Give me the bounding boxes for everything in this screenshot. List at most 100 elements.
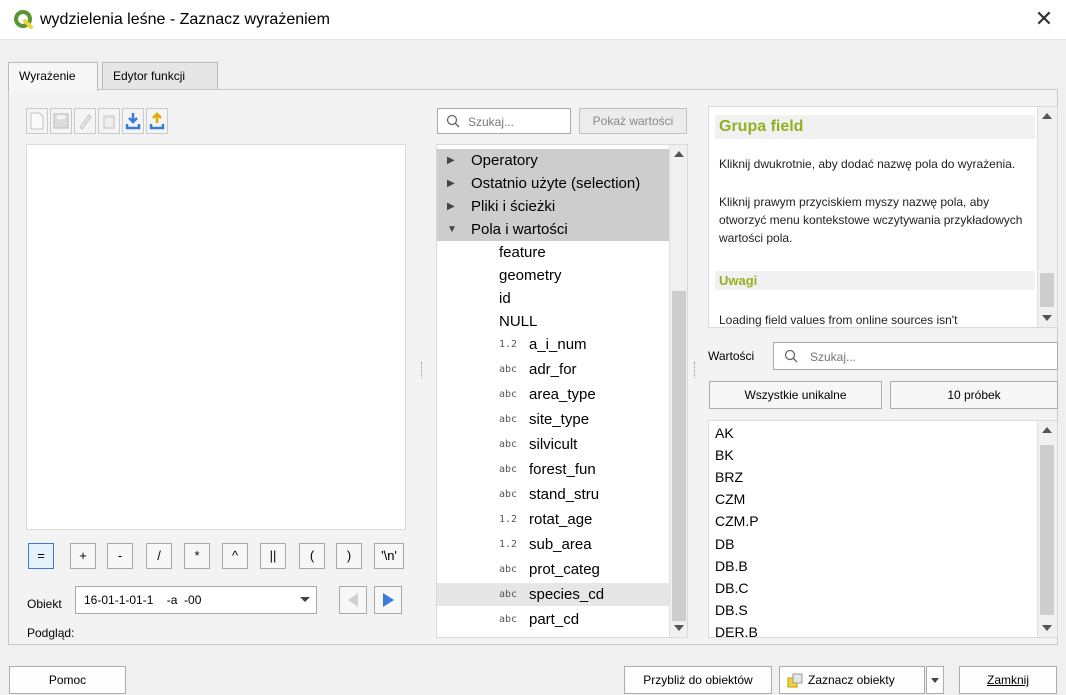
tree-item-null[interactable]: NULL: [437, 310, 669, 333]
tree-field[interactable]: 1.2 a_i_num: [437, 333, 669, 356]
operator-power-button[interactable]: ^: [222, 543, 248, 569]
tree-field[interactable]: abc part_cd: [437, 608, 669, 631]
triangle-right-icon: [383, 593, 394, 607]
tree-field[interactable]: abc area_type: [437, 383, 669, 406]
tree-item-id[interactable]: id: [437, 287, 669, 310]
tree-field[interactable]: abc forest_fun: [437, 458, 669, 481]
function-tree-scrollbar[interactable]: [669, 145, 687, 637]
operator-minus-button[interactable]: -: [107, 543, 133, 569]
field-name: area_type: [529, 386, 596, 403]
next-feature-button[interactable]: [374, 586, 402, 614]
item-label: geometry: [499, 267, 562, 284]
operator-concat-button[interactable]: ||: [260, 543, 286, 569]
edit-button[interactable]: [74, 108, 96, 134]
operator-close-paren-button[interactable]: ): [336, 543, 362, 569]
values-list[interactable]: AK BK BRZ CZM CZM.P DB DB.B DB.C DB.S DE…: [708, 420, 1058, 638]
new-file-icon: [30, 112, 44, 130]
tree-field-selected[interactable]: abc species_cd: [437, 583, 669, 606]
list-item[interactable]: DB.C: [715, 580, 748, 596]
ten-samples-button[interactable]: 10 próbek: [890, 381, 1058, 409]
tab-function-editor[interactable]: Edytor funkcji: [102, 62, 218, 90]
list-item[interactable]: AK: [715, 425, 734, 441]
function-search-input[interactable]: Szukaj...: [437, 108, 571, 134]
tree-group-recent[interactable]: ▶ Ostatnio użyte (selection): [437, 172, 669, 195]
scroll-up-icon[interactable]: [674, 151, 684, 157]
search-icon: [446, 114, 460, 131]
tree-field[interactable]: abc silvicult: [437, 433, 669, 456]
scroll-up-icon[interactable]: [1042, 427, 1052, 433]
scroll-thumb[interactable]: [1040, 445, 1054, 615]
triangle-left-icon: [348, 593, 358, 607]
new-file-button[interactable]: [26, 108, 48, 134]
scroll-down-icon[interactable]: [1042, 315, 1052, 321]
group-label: Pliki i ścieżki: [471, 198, 556, 215]
delete-button[interactable]: [98, 108, 120, 134]
import-icon: [125, 113, 141, 130]
field-name: stand_stru: [529, 486, 600, 503]
scroll-down-icon[interactable]: [674, 625, 684, 631]
select-features-button[interactable]: Zaznacz obiekty: [779, 666, 925, 694]
tree-item-feature[interactable]: feature: [437, 241, 669, 264]
list-item[interactable]: DB.S: [715, 602, 748, 618]
tree-field[interactable]: 1.2: [437, 633, 669, 637]
previous-feature-button[interactable]: [339, 586, 367, 614]
splitter-handle[interactable]: [421, 362, 423, 378]
list-item[interactable]: BRZ: [715, 469, 743, 485]
close-button[interactable]: Zamknij: [959, 666, 1057, 694]
zoom-to-features-button[interactable]: Przybliż do obiektów: [624, 666, 772, 694]
decimal-type-icon: 1.2: [499, 539, 518, 550]
field-name: prot_categ: [529, 561, 600, 578]
tree-group-files[interactable]: ▶ Pliki i ścieżki: [437, 195, 669, 218]
tree-group-operators[interactable]: ▶ Operatory: [437, 149, 669, 172]
scroll-up-icon[interactable]: [1042, 113, 1052, 119]
list-item[interactable]: DB.B: [715, 558, 748, 574]
tree-item-geometry[interactable]: geometry: [437, 264, 669, 287]
list-item[interactable]: DB: [715, 536, 734, 552]
collapse-arrow-icon: ▼: [447, 224, 457, 235]
scroll-down-icon[interactable]: [1042, 625, 1052, 631]
field-name: adr_for: [529, 361, 577, 378]
decimal-type-icon: 1.2: [499, 633, 517, 637]
string-type-icon: abc: [499, 464, 518, 475]
operator-multiply-button[interactable]: *: [184, 543, 210, 569]
tree-field[interactable]: abc adr_for: [437, 358, 669, 381]
list-item[interactable]: DER.B: [715, 624, 758, 637]
scroll-thumb[interactable]: [672, 291, 686, 621]
function-tree[interactable]: ▶ Operatory ▶ Ostatnio użyte (selection)…: [436, 144, 688, 638]
tree-field[interactable]: abc stand_stru: [437, 483, 669, 506]
help-scrollbar[interactable]: [1037, 107, 1057, 327]
string-type-icon: abc: [499, 364, 518, 375]
scroll-thumb[interactable]: [1040, 273, 1054, 307]
help-paragraph: Kliknij prawym przyciskiem myszy nazwę p…: [719, 195, 1023, 245]
operator-divide-button[interactable]: /: [146, 543, 172, 569]
list-item[interactable]: BK: [715, 447, 734, 463]
feature-combobox[interactable]: 16-01-1-01-1 -a -00: [75, 586, 317, 614]
import-button[interactable]: [122, 108, 144, 134]
operator-newline-button[interactable]: '\n': [374, 543, 404, 569]
list-item[interactable]: CZM: [715, 491, 745, 507]
help-button[interactable]: Pomoc: [9, 666, 126, 694]
values-search-input[interactable]: Szukaj...: [773, 342, 1058, 370]
export-button[interactable]: [146, 108, 168, 134]
tab-expression[interactable]: Wyrażenie: [8, 62, 98, 91]
splitter-handle[interactable]: [694, 362, 696, 378]
close-window-icon[interactable]: ✕: [1030, 6, 1058, 34]
operator-plus-button[interactable]: +: [70, 543, 96, 569]
tree-field[interactable]: 1.2 sub_area: [437, 533, 669, 556]
select-features-dropdown[interactable]: [926, 666, 944, 694]
operator-equals-button[interactable]: =: [28, 543, 54, 569]
expression-editor[interactable]: [26, 144, 406, 530]
values-scrollbar[interactable]: [1037, 421, 1057, 637]
tree-group-fields[interactable]: ▼ Pola i wartości: [437, 218, 669, 241]
operator-open-paren-button[interactable]: (: [299, 543, 325, 569]
tree-field[interactable]: 1.2 rotat_age: [437, 508, 669, 531]
field-name: sub_area: [529, 536, 592, 553]
all-unique-button[interactable]: Wszystkie unikalne: [709, 381, 882, 409]
tree-field[interactable]: abc site_type: [437, 408, 669, 431]
field-name: rotat_age: [529, 511, 593, 528]
show-values-button[interactable]: Pokaż wartości: [579, 108, 687, 134]
list-item[interactable]: CZM.P: [715, 513, 759, 529]
save-button[interactable]: [50, 108, 72, 134]
tree-field[interactable]: abc prot_categ: [437, 558, 669, 581]
field-name: forest_fun: [529, 461, 596, 478]
